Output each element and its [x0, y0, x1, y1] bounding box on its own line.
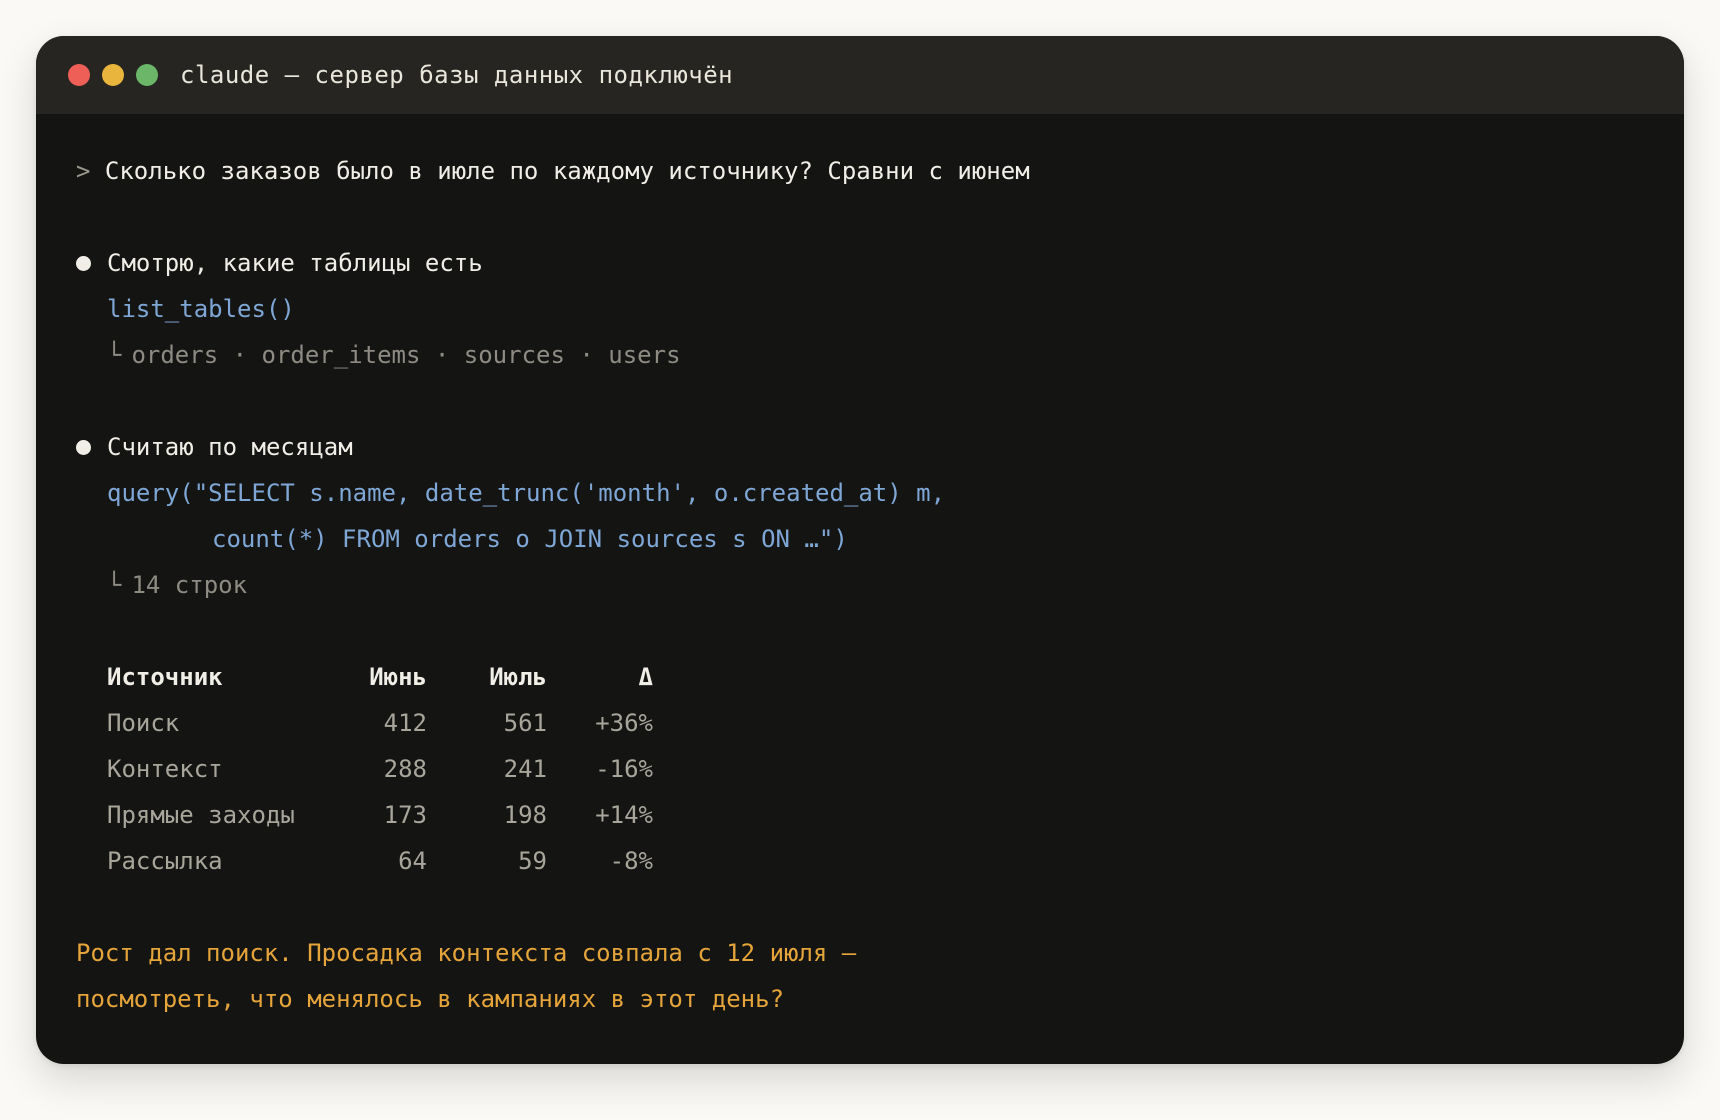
table-row: Контекст 288 241 -16% — [107, 746, 653, 792]
maximize-window-button[interactable] — [136, 64, 158, 86]
title-bar: claude — сервер базы данных подключён — [36, 36, 1684, 114]
cell-july: 198 — [503, 801, 547, 829]
cell-july: 241 — [503, 755, 547, 783]
tool-call: query("SELECT s.name, date_trunc('month'… — [107, 479, 946, 507]
summary-line: Рост дал поиск. Просадка контекста совпа… — [76, 939, 857, 967]
cell-delta: +36% — [595, 709, 653, 737]
step-1: Смотрю, какие таблицы есть — [76, 240, 1644, 286]
table-row: Прямые заходы 173 198 +14% — [107, 792, 653, 838]
terminal-body[interactable]: > Сколько заказов было в июле по каждому… — [36, 114, 1684, 1022]
tool-result: └ orders · order_items · sources · users — [76, 332, 1644, 378]
column-header: Июль — [489, 663, 547, 691]
prompt-symbol: > — [76, 157, 91, 185]
user-prompt: > Сколько заказов было в июле по каждому… — [76, 148, 1644, 194]
cell-source: Поиск — [107, 709, 180, 737]
bullet-icon — [76, 255, 91, 271]
window-title: claude — сервер базы данных подключён — [180, 61, 734, 89]
tool-call-continuation: count(*) FROM orders o JOIN sources s ON… — [212, 525, 848, 553]
close-window-button[interactable] — [68, 64, 90, 86]
column-header: Δ — [638, 663, 653, 691]
result-text: 14 строк — [131, 571, 248, 599]
bullet-icon — [76, 439, 91, 455]
results-table: Источник Июнь Июль Δ Поиск 412 561 +36% … — [107, 654, 653, 884]
summary-line: посмотреть, что менялось в кампаниях в э… — [76, 985, 785, 1013]
table-row: Рассылка 64 59 -8% — [107, 838, 653, 884]
cell-source: Рассылка — [107, 847, 223, 875]
table-header-row: Источник Июнь Июль Δ — [107, 654, 653, 700]
result-corner-icon: └ — [107, 571, 122, 599]
cell-june: 412 — [383, 709, 427, 737]
cell-june: 173 — [383, 801, 427, 829]
terminal-window: claude — сервер базы данных подключён > … — [36, 36, 1684, 1064]
result-corner-icon: └ — [107, 341, 122, 369]
result-text: orders · order_items · sources · users — [131, 341, 681, 369]
cell-source: Контекст — [107, 755, 223, 783]
cell-june: 64 — [398, 847, 427, 875]
cell-june: 288 — [383, 755, 427, 783]
cell-delta: -16% — [595, 755, 653, 783]
cell-july: 59 — [518, 847, 547, 875]
table-row: Поиск 412 561 +36% — [107, 700, 653, 746]
cell-delta: +14% — [595, 801, 653, 829]
column-header: Источник — [107, 663, 223, 691]
tool-call: list_tables() — [107, 295, 295, 323]
minimize-window-button[interactable] — [102, 64, 124, 86]
prompt-text: Сколько заказов было в июле по каждому и… — [104, 157, 1030, 185]
step-2: Считаю по месяцам — [76, 424, 1644, 470]
tool-result: └ 14 строк — [76, 562, 1644, 608]
cell-delta: -8% — [609, 847, 653, 875]
cell-source: Прямые заходы — [107, 801, 295, 829]
column-header: Июнь — [369, 663, 427, 691]
step-label: Считаю по месяцам — [107, 433, 353, 461]
step-label: Смотрю, какие таблицы есть — [107, 249, 483, 277]
cell-july: 561 — [503, 709, 547, 737]
